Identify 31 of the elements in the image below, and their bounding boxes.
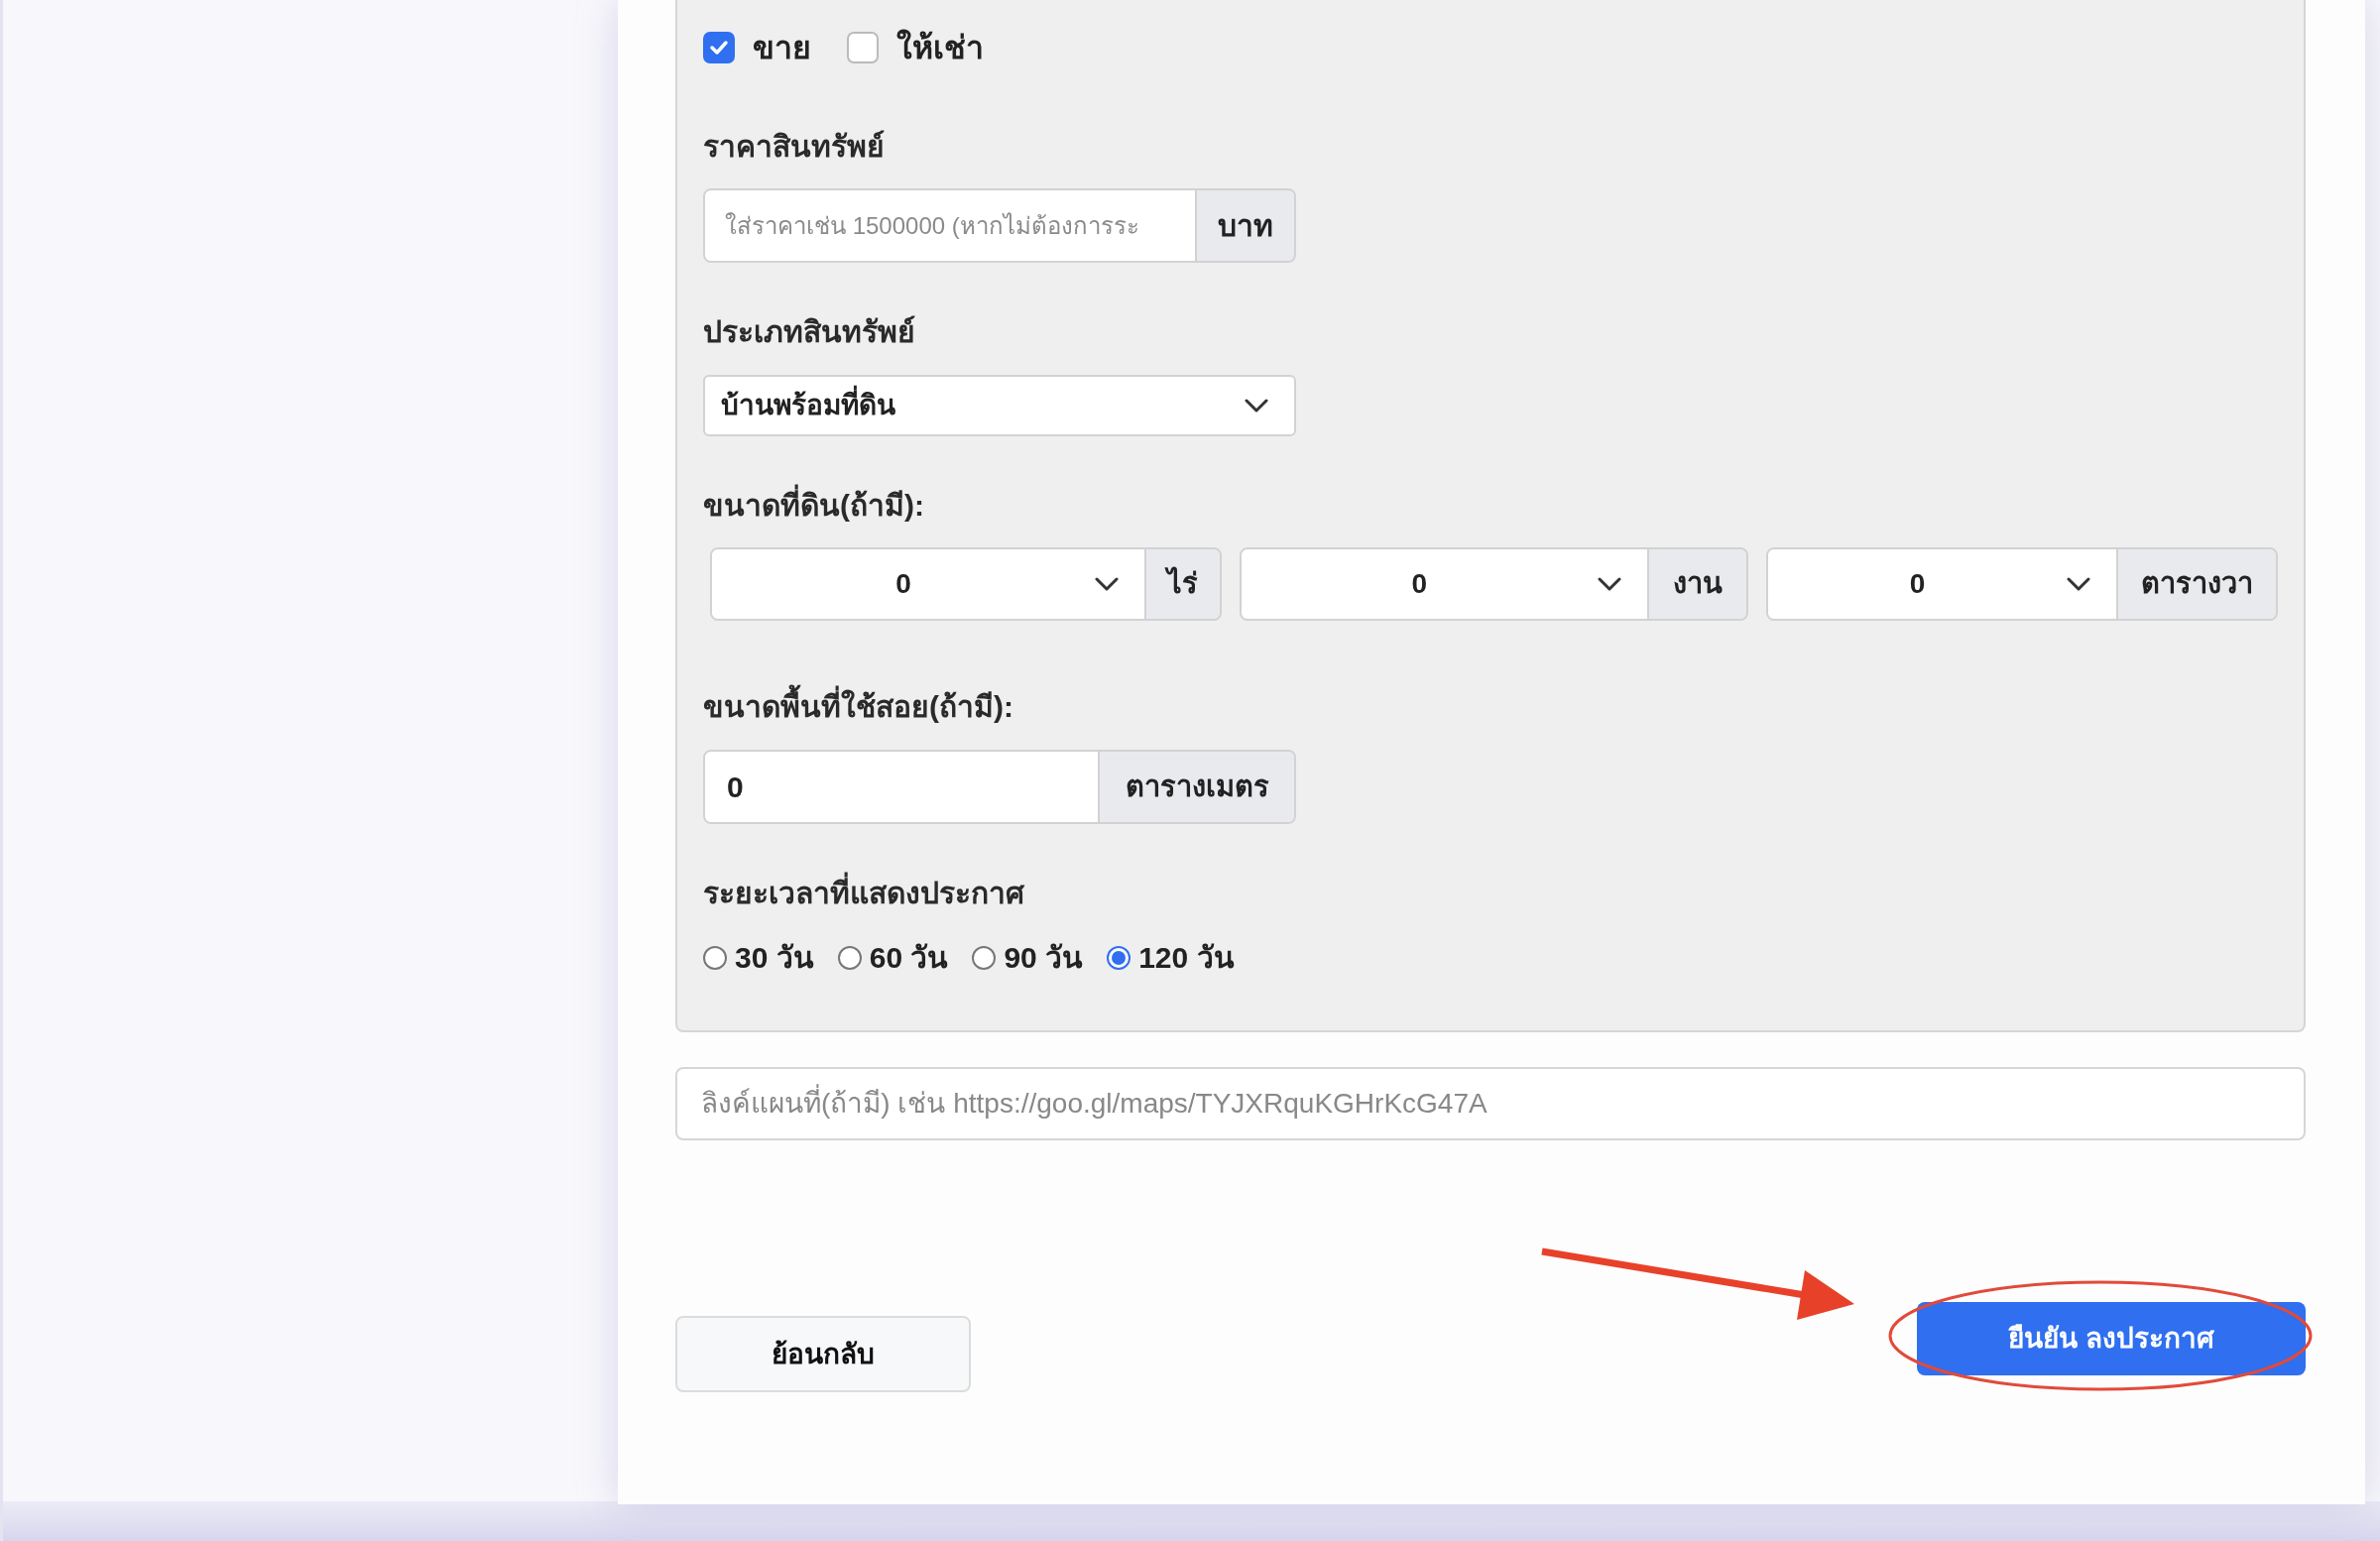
chevron-icon xyxy=(2066,577,2090,591)
field-label: ประเภทสินทรัพย์ xyxy=(703,314,916,350)
submit-button[interactable]: ยืนยัน ลงประกาศ xyxy=(1917,1302,2306,1375)
radio-button[interactable] xyxy=(972,946,997,970)
field-label: ขนาดที่ดิน(ถ้ามี): xyxy=(703,486,2278,526)
radio-label: 90 วัน xyxy=(1004,940,1084,976)
radio-label: 30 วัน xyxy=(735,940,814,976)
checkbox-label: ให้เช่า xyxy=(896,28,984,67)
field-label: ราคาสินทรัพย์ xyxy=(703,129,886,165)
checkbox-label: ขาย xyxy=(753,29,811,67)
unit-addon: ตารางวา xyxy=(2115,549,2276,619)
land-size-dropdown[interactable]: 0 xyxy=(1768,549,2116,619)
chevron-icon xyxy=(1245,399,1268,413)
radio-label: 120 วัน xyxy=(1138,940,1235,976)
property-type-dropdown[interactable]: บ้านพร้อมที่ดิน xyxy=(703,375,1296,436)
unit-addon: งาน xyxy=(1646,549,1747,619)
unit-addon: ไร่ xyxy=(1144,549,1220,619)
land-size-dropdown[interactable]: 0 xyxy=(712,549,1144,619)
radio-button[interactable] xyxy=(1107,946,1131,970)
land-size-dropdown[interactable]: 0 xyxy=(1241,549,1647,619)
radio-button[interactable] xyxy=(837,946,862,970)
chevron-icon xyxy=(1597,577,1621,591)
radio-label: 60 วัน xyxy=(869,940,949,976)
chevron-icon xyxy=(1095,577,1119,591)
check-icon xyxy=(709,40,729,56)
map-link-input[interactable]: ลิงค์แผนที่(ถ้ามี) เช่น https://goo.gl/maps/TYJXRquKGHrKcG47A xyxy=(675,1067,2306,1140)
back-button[interactable]: ย้อนกลับ xyxy=(675,1316,971,1392)
checkbox[interactable] xyxy=(847,32,879,63)
checkbox[interactable] xyxy=(703,32,735,63)
field-label: ระยะเวลาที่แสดงประกาศ xyxy=(703,874,2278,913)
radio-button[interactable] xyxy=(703,946,727,970)
